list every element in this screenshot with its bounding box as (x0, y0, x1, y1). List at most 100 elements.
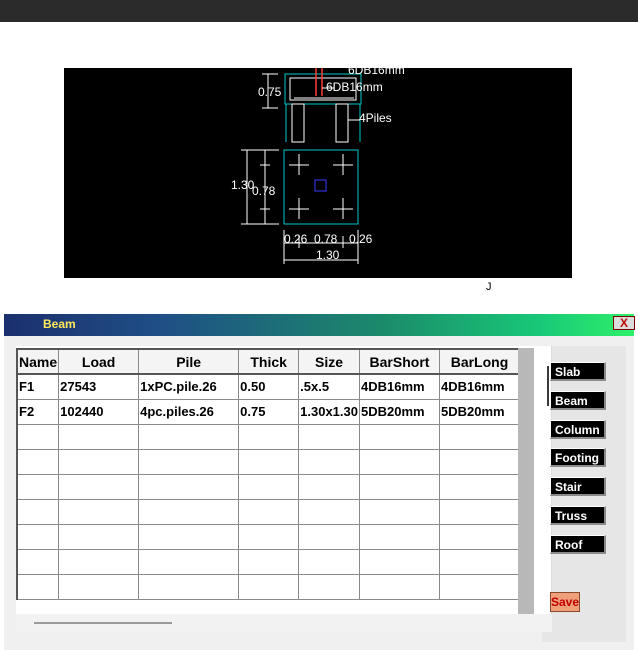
table-row[interactable] (16, 548, 520, 575)
table-row[interactable] (16, 523, 520, 550)
footing-drawing-canvas[interactable]: 6DB16mm 6DB16mm 4Piles 0.75 1.30 0.78 0.… (64, 68, 572, 278)
table-cell[interactable] (238, 498, 300, 525)
table-cell[interactable] (138, 573, 240, 600)
table-cell[interactable] (58, 523, 140, 550)
dialog-title: Beam (43, 317, 76, 331)
save-button[interactable]: Save (550, 592, 580, 612)
table-cell[interactable]: 4DB16mm (358, 373, 440, 400)
table-cell[interactable]: 5DB20mm (438, 398, 520, 425)
table-cell[interactable] (16, 448, 60, 475)
table-cell[interactable] (138, 498, 240, 525)
table-cell[interactable] (58, 448, 140, 475)
table-cell[interactable] (138, 473, 240, 500)
table-cell[interactable] (298, 523, 360, 550)
table-cell[interactable] (238, 423, 300, 450)
table-cell[interactable]: .5x.5 (298, 373, 360, 400)
table-cell[interactable] (138, 423, 240, 450)
table-cell[interactable]: F2 (16, 398, 60, 425)
table-cell[interactable] (238, 548, 300, 575)
table-cell[interactable] (358, 548, 440, 575)
table-cell[interactable]: 5DB20mm (358, 398, 440, 425)
dialog-titlebar[interactable]: Beam X (4, 314, 635, 336)
table-cell[interactable] (358, 498, 440, 525)
table-cell[interactable]: F1 (16, 373, 60, 400)
table-row[interactable] (16, 498, 520, 525)
close-button[interactable]: X (613, 316, 635, 330)
table-cell[interactable] (298, 473, 360, 500)
table-cell[interactable] (438, 548, 520, 575)
table-cell[interactable] (238, 448, 300, 475)
table-cell[interactable] (358, 448, 440, 475)
table-cell[interactable] (58, 548, 140, 575)
roof-button[interactable]: Roof (550, 535, 606, 554)
table-cell[interactable] (16, 548, 60, 575)
table-cell[interactable] (238, 473, 300, 500)
table-cell[interactable]: 27543 (58, 373, 140, 400)
table-cell[interactable] (298, 573, 360, 600)
stair-button[interactable]: Stair (550, 477, 606, 496)
table-cell[interactable] (438, 573, 520, 600)
table-cell[interactable] (438, 448, 520, 475)
table-body: F1 27543 1xPC.pile.26 0.50.5x.5 4DB16mm 4DB16… (16, 373, 520, 600)
table-cell[interactable] (358, 423, 440, 450)
table-cell[interactable] (58, 423, 140, 450)
footing-button[interactable]: Footing (550, 448, 606, 467)
table-cell[interactable] (138, 448, 240, 475)
rebar-mid-label: 6DB16mm (326, 80, 383, 94)
column-header-barshort[interactable]: BarShort (358, 348, 440, 375)
table-cell[interactable] (298, 448, 360, 475)
table-row[interactable] (16, 473, 520, 500)
truss-button[interactable]: Truss (550, 506, 606, 525)
vertical-scrollbar[interactable] (518, 348, 534, 614)
table-cell[interactable] (298, 423, 360, 450)
table-cell[interactable] (438, 523, 520, 550)
table-cell[interactable] (358, 523, 440, 550)
table-row[interactable]: F2 102440 4pc.piles.26 0.75 1.30x1.30 5DB20mm… (16, 398, 520, 425)
table-cell[interactable] (138, 548, 240, 575)
table-cell[interactable] (298, 548, 360, 575)
top-bar (0, 0, 638, 22)
column-header-load[interactable]: Load (58, 348, 140, 375)
table-cell[interactable] (238, 573, 300, 600)
table-cell[interactable] (238, 523, 300, 550)
table-cell[interactable] (16, 498, 60, 525)
column-header-pile[interactable]: Pile (138, 348, 240, 375)
table-cell[interactable] (16, 573, 60, 600)
table-row[interactable] (16, 423, 520, 450)
data-grid[interactable]: Name Load Pile Thick Size BarShort BarLong F1 2… (16, 346, 552, 631)
column-header-barlong[interactable]: BarLong (438, 348, 520, 375)
table-cell[interactable] (298, 498, 360, 525)
table-cell[interactable]: 4DB16mm (438, 373, 520, 400)
table-row[interactable] (16, 573, 520, 600)
table-cell[interactable]: 0.50 (238, 373, 300, 400)
table-cell[interactable]: 4pc.piles.26 (138, 398, 240, 425)
table-cell[interactable] (438, 473, 520, 500)
table-cell[interactable] (58, 573, 140, 600)
table-cell[interactable] (58, 498, 140, 525)
piles-label: 4Piles (359, 111, 392, 125)
beam-button[interactable]: Beam (550, 391, 606, 410)
table-cell[interactable]: 1.30x1.30 (298, 398, 360, 425)
table-cell[interactable] (16, 423, 60, 450)
table-row[interactable]: F1 27543 1xPC.pile.26 0.50.5x.5 4DB16mm 4DB16… (16, 373, 520, 400)
table-cell[interactable] (16, 523, 60, 550)
table-cell[interactable]: 0.75 (238, 398, 300, 425)
table-cell[interactable]: 102440 (58, 398, 140, 425)
scrollbar-thumb[interactable] (34, 622, 172, 624)
table-cell[interactable] (58, 473, 140, 500)
table-cell[interactable] (438, 423, 520, 450)
column-header-thick[interactable]: Thick (238, 348, 300, 375)
column-button[interactable]: Column (550, 420, 606, 439)
footing-outline (283, 149, 359, 225)
table-row[interactable] (16, 448, 520, 475)
horizontal-scrollbar[interactable] (16, 614, 552, 632)
slab-button[interactable]: Slab (550, 362, 606, 381)
table-cell[interactable] (438, 498, 520, 525)
table-cell[interactable] (358, 473, 440, 500)
column-header-name[interactable]: Name (16, 348, 60, 375)
table-cell[interactable] (16, 473, 60, 500)
column-header-size[interactable]: Size (298, 348, 360, 375)
table-cell[interactable]: 1xPC.pile.26 (138, 373, 240, 400)
table-cell[interactable] (358, 573, 440, 600)
table-cell[interactable] (138, 523, 240, 550)
